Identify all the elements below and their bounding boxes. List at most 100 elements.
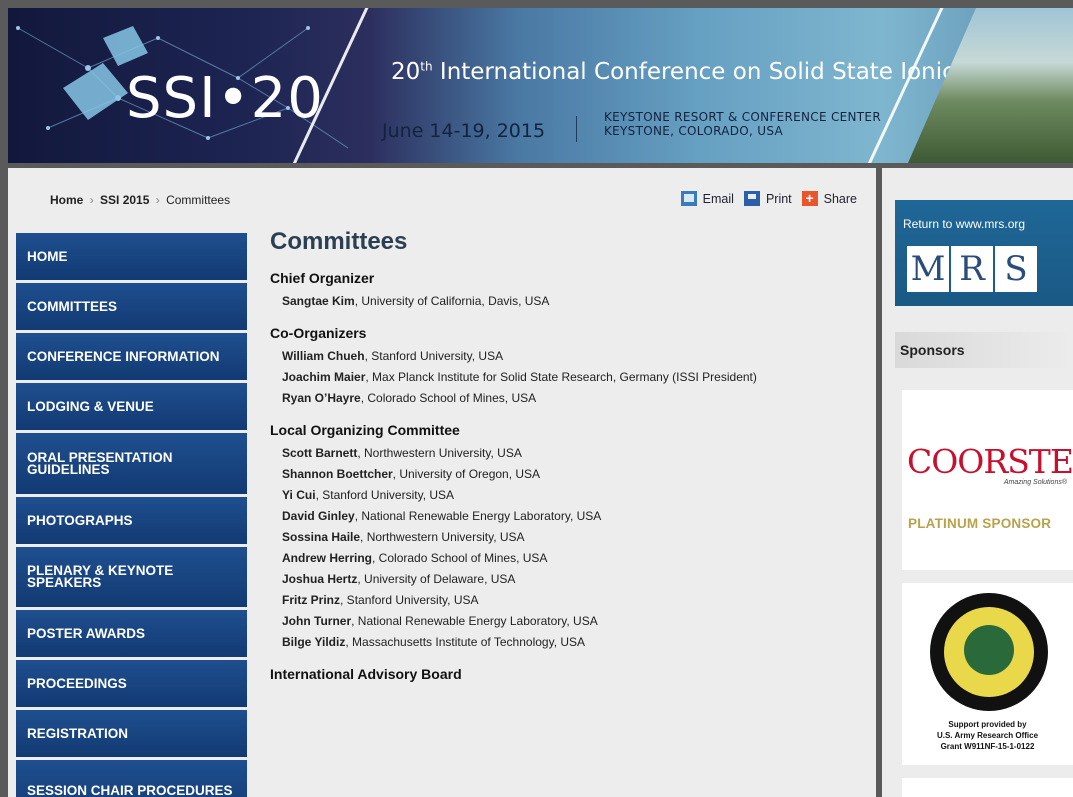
print-button[interactable]: Print: [743, 191, 792, 206]
member-name: Shannon Boettcher: [282, 467, 393, 481]
ssi20-logo: SSI•20: [126, 66, 324, 131]
email-label: Email: [702, 191, 734, 206]
breadcrumb: Home › SSI 2015 › Committees: [50, 193, 230, 207]
conference-date: June 14-19, 2015: [382, 120, 546, 142]
title-number: 20: [391, 59, 421, 85]
mrs-letter: R: [951, 246, 993, 292]
member-affiliation: , National Renewable Energy Laboratory, …: [351, 614, 598, 628]
member-name: Andrew Herring: [282, 551, 373, 565]
nav-item-oral-presentation-guidelines[interactable]: ORAL PRESENTATION GUIDELINES: [16, 433, 247, 494]
main-content: Committees Chief Organizer Sangtae Kim, …: [270, 228, 830, 698]
section-co-organizers: Co-Organizers William Chueh, Stanford Un…: [270, 325, 830, 406]
member-name: Sossina Haile: [282, 530, 361, 544]
member-affiliation: , Colorado School of Mines, USA: [372, 551, 548, 565]
nav-item-proceedings[interactable]: PROCEEDINGS: [16, 660, 247, 707]
member-affiliation: , Stanford University, USA: [364, 349, 504, 363]
nav-item-plenary-keynote-speakers[interactable]: PLENARY & KEYNOTE SPEAKERS: [16, 547, 247, 607]
section-title: Local Organizing Committee: [270, 422, 460, 438]
caption-line-1: Support provided by: [948, 720, 1027, 729]
list-item: John Turner, National Renewable Energy L…: [282, 613, 830, 629]
sidebar-nav: HOME COMMITTEES CONFERENCE INFORMATION L…: [16, 233, 247, 797]
nav-item-conference-information[interactable]: CONFERENCE INFORMATION: [16, 333, 247, 380]
list-item: Scott Barnett, Northwestern University, …: [282, 445, 830, 461]
member-name: Bilge Yildiz: [282, 635, 346, 649]
section-chief-organizer: Chief Organizer Sangtae Kim, University …: [270, 270, 830, 309]
member-name: Fritz Prinz: [282, 593, 341, 607]
mrs-letter: S: [995, 246, 1037, 292]
right-sidebar: Return to www.mrs.org M R S Sponsors COO…: [882, 168, 1073, 797]
member-affiliation: , Max Planck Institute for Solid State R…: [365, 370, 757, 384]
list-item: Sangtae Kim, University of California, D…: [282, 293, 830, 309]
page-title: Committees: [270, 228, 408, 255]
venue-line-2: KEYSTONE, COLORADO, USA: [604, 124, 783, 138]
conference-venue: KEYSTONE RESORT & CONFERENCE CENTER KEYS…: [604, 110, 881, 138]
list-item: Andrew Herring, Colorado School of Mines…: [282, 550, 830, 566]
platinum-sponsor-label: PLATINUM SPONSOR: [908, 516, 1052, 531]
member-name: John Turner: [282, 614, 352, 628]
member-name: Sangtae Kim: [282, 294, 355, 308]
member-name: Scott Barnett: [282, 446, 358, 460]
list-item: Bilge Yildiz, Massachusetts Institute of…: [282, 634, 830, 650]
venue-line-1: KEYSTONE RESORT & CONFERENCE CENTER: [604, 110, 881, 124]
breadcrumb-home[interactable]: Home: [50, 193, 83, 207]
section-title: Co-Organizers: [270, 325, 367, 341]
title-text: International Conference on Solid State …: [432, 59, 967, 85]
member-name: Joachim Maier: [282, 370, 366, 384]
member-affiliation: , Northwestern University, USA: [360, 530, 525, 544]
nav-item-lodging-venue[interactable]: LODGING & VENUE: [16, 383, 247, 430]
mrs-return-text: Return to www.mrs.org: [903, 217, 1026, 231]
section-local-organizing-committee: Local Organizing Committee Scott Barnett…: [270, 422, 830, 650]
member-name: Yi Cui: [282, 488, 316, 502]
sponsors-heading: Sponsors: [895, 332, 1073, 368]
member-affiliation: , University of Delaware, USA: [357, 572, 516, 586]
member-affiliation: , Massachusetts Institute of Technology,…: [345, 635, 586, 649]
army-sponsor-caption: Support provided by U.S. Army Research O…: [902, 719, 1073, 752]
member-name: David Ginley: [282, 509, 355, 523]
share-label: Share: [823, 191, 857, 206]
member-affiliation: , National Renewable Energy Laboratory, …: [354, 509, 602, 523]
member-affiliation: , Northwestern University, USA: [357, 446, 522, 460]
share-button[interactable]: + Share: [801, 191, 857, 206]
conference-title: 20th International Conference on Solid S…: [391, 59, 967, 85]
list-item: Sossina Haile, Northwestern University, …: [282, 529, 830, 545]
mrs-return-link[interactable]: Return to www.mrs.org M R S: [895, 200, 1073, 306]
member-affiliation: , University of Oregon, USA: [392, 467, 541, 481]
list-item: Ryan O’Hayre, Colorado School of Mines, …: [282, 390, 830, 406]
page-tools: Email Print + Share: [671, 191, 857, 206]
content-panel: Home › SSI 2015 › Committees Email Print…: [8, 168, 876, 797]
breadcrumb-parent[interactable]: SSI 2015: [100, 193, 149, 207]
print-icon: [743, 191, 760, 206]
sponsor-next[interactable]: [902, 778, 1073, 797]
email-button[interactable]: Email: [680, 191, 734, 206]
date-venue-separator: [576, 116, 577, 142]
section-title: Chief Organizer: [270, 270, 375, 286]
member-name: Joshua Hertz: [282, 572, 358, 586]
list-item: Joshua Hertz, University of Delaware, US…: [282, 571, 830, 587]
nav-item-registration[interactable]: REGISTRATION: [16, 710, 247, 757]
mrs-letter: M: [907, 246, 949, 292]
nav-item-poster-awards[interactable]: POSTER AWARDS: [16, 610, 247, 657]
list-item: Yi Cui, Stanford University, USA: [282, 487, 830, 503]
breadcrumb-current: Committees: [166, 193, 231, 207]
nav-item-committees[interactable]: COMMITTEES: [16, 283, 247, 330]
breadcrumb-separator: ›: [89, 193, 94, 207]
member-affiliation: , Stanford University, USA: [315, 488, 455, 502]
list-item: William Chueh, Stanford University, USA: [282, 348, 830, 364]
title-ordinal: th: [420, 59, 433, 74]
sponsor-army-research-office[interactable]: Support provided by U.S. Army Research O…: [902, 583, 1073, 765]
nav-item-session-chair-procedures[interactable]: SESSION CHAIR PROCEDURES: [16, 760, 247, 797]
list-item: David Ginley, National Renewable Energy …: [282, 508, 830, 524]
breadcrumb-separator: ›: [155, 193, 160, 207]
share-icon: +: [801, 191, 818, 206]
nav-item-home[interactable]: HOME: [16, 233, 247, 280]
list-item: Fritz Prinz, Stanford University, USA: [282, 592, 830, 608]
email-icon: [680, 191, 697, 206]
coorstek-tagline: Amazing Solutions®: [1003, 479, 1067, 486]
mrs-logo: M R S: [907, 246, 1039, 292]
sponsor-coorstek[interactable]: COORSTEK Amazing Solutions® PLATINUM SPO…: [902, 390, 1073, 570]
member-name: William Chueh: [282, 349, 365, 363]
member-affiliation: , Colorado School of Mines, USA: [360, 391, 537, 405]
nav-item-photographs[interactable]: PHOTOGRAPHS: [16, 497, 247, 544]
print-label: Print: [765, 191, 792, 206]
list-item: Joachim Maier, Max Planck Institute for …: [282, 369, 782, 385]
